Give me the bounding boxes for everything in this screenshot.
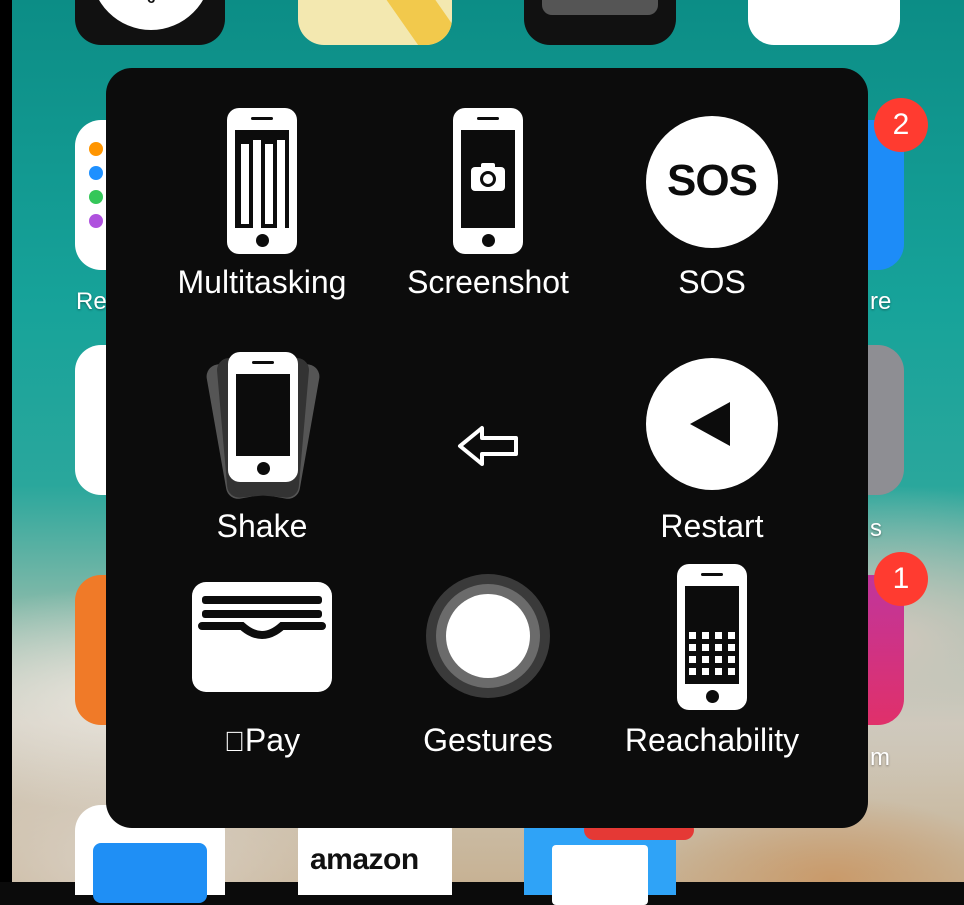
apple-logo-icon: 	[224, 726, 245, 757]
map-road	[367, 0, 452, 45]
folder-icon	[93, 843, 207, 903]
gestures-button[interactable]: Gestures	[368, 574, 608, 776]
restart-label: Restart	[660, 508, 764, 544]
clock-number: 6	[147, 0, 155, 7]
sos-icon-text: SOS	[667, 156, 758, 205]
screenshot-label: Screenshot	[407, 264, 569, 300]
shake-button[interactable]: Shake	[142, 348, 382, 548]
settings-label: s	[870, 515, 882, 542]
amazon-logo-text: amazon	[310, 843, 419, 876]
dot-icon	[89, 190, 103, 204]
shake-label: Shake	[216, 508, 308, 544]
multitasking-button[interactable]: Multitasking	[142, 106, 382, 306]
app-store-badge: 2	[874, 98, 928, 152]
screen-edge	[0, 0, 12, 882]
reminders-label: Re	[76, 288, 107, 315]
clock-face: 7 6 5	[91, 0, 211, 30]
restart-play-icon	[690, 402, 730, 446]
wallet-app-icon[interactable]	[524, 0, 676, 45]
clock-app-icon[interactable]: 7 6 5	[75, 0, 225, 45]
restart-button[interactable]: Restart	[592, 348, 832, 548]
sos-button[interactable]: SOS SOS	[592, 106, 832, 306]
reachability-phone-icon	[677, 564, 747, 710]
wallet-icon	[192, 582, 332, 692]
multitasking-phone-icon	[227, 108, 297, 254]
envelope-icon	[552, 845, 648, 905]
reachability-label: Reachability	[624, 722, 800, 758]
back-button[interactable]	[456, 424, 522, 468]
instagram-badge: 1	[874, 552, 928, 606]
screenshot-phone-icon	[453, 108, 523, 254]
screenshot-button[interactable]: Screenshot	[368, 106, 608, 306]
notes-app-icon[interactable]	[748, 0, 900, 45]
settings-app-icon[interactable]	[862, 345, 904, 495]
camera-icon	[471, 163, 505, 191]
shake-phone-icon	[204, 352, 322, 501]
assistive-touch-menu: Multitasking Screenshot SOS SOS Shake Re…	[106, 68, 868, 828]
instagram-label: m	[870, 744, 890, 771]
reachability-button[interactable]: Reachability	[592, 564, 832, 776]
apple-pay-text: Pay	[234, 722, 300, 758]
wallet-card	[542, 0, 658, 15]
gestures-circle-icon	[426, 574, 550, 698]
maps-app-icon[interactable]	[298, 0, 452, 45]
apple-pay-label: Pay	[142, 722, 382, 760]
multitasking-label: Multitasking	[177, 264, 347, 300]
restart-icon	[646, 358, 778, 490]
sos-label: SOS	[678, 264, 746, 300]
app-store-label: re	[870, 288, 892, 315]
dot-icon	[89, 214, 103, 228]
back-arrow-icon	[458, 426, 518, 466]
sos-icon: SOS	[646, 116, 778, 248]
dot-icon	[89, 142, 103, 156]
dot-icon	[89, 166, 103, 180]
gestures-label: Gestures	[423, 722, 553, 758]
apple-pay-button[interactable]: Pay	[142, 576, 382, 776]
